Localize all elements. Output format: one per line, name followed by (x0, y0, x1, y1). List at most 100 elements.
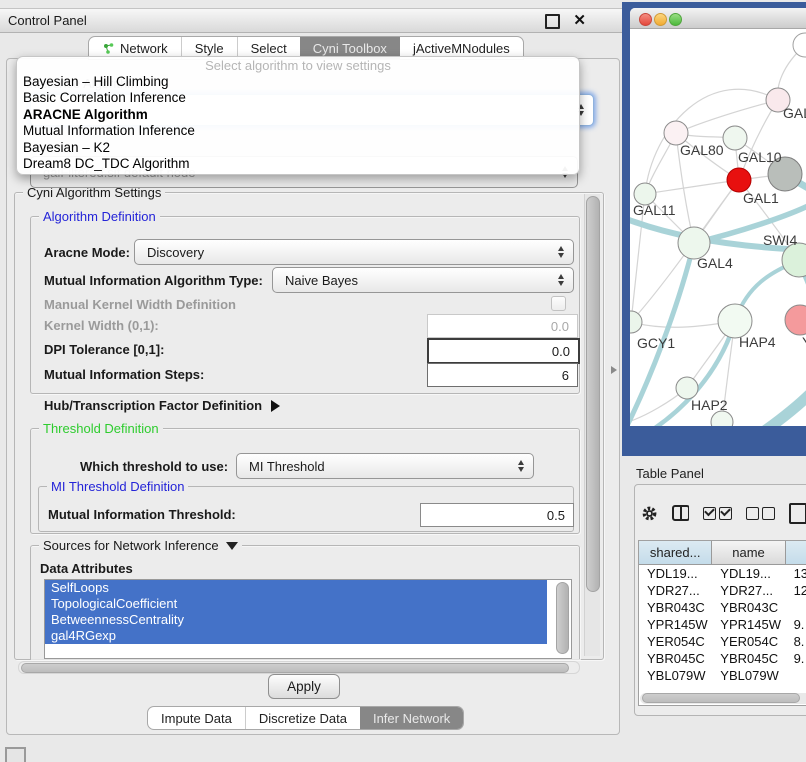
cyni-bottom-tabs: Impute Data Discretize Data Infer Networ… (147, 706, 464, 730)
cell-name: YPR145W (712, 616, 785, 633)
mi-algorithm-type-combobox[interactable]: Naive Bayes (272, 267, 574, 293)
column-header-shared-name[interactable]: shared... (639, 541, 712, 564)
settings-vscrollbar-thumb[interactable] (586, 196, 600, 592)
float-panel-icon[interactable] (545, 14, 560, 29)
manual-kernel-width-checkbox[interactable] (551, 296, 566, 311)
mi-threshold-field[interactable]: 0.5 (420, 503, 574, 527)
network-window-titlebar[interactable] (630, 8, 806, 29)
column-header-name[interactable]: name (712, 541, 785, 564)
node-label: HAP2 (691, 397, 728, 413)
node-gal10[interactable] (723, 126, 747, 150)
tab-label: Network (120, 41, 168, 56)
list-item-betweennesscentrality[interactable]: BetweennessCentrality (45, 612, 547, 628)
network-view-frame: GAL GAL80 GAL10 GAL1 GAL11 GAL4 SWI4 GCY… (622, 2, 806, 456)
cell-value: 8. (786, 633, 806, 650)
cell-shared-name: YER054C (639, 633, 712, 650)
tab-label: Style (195, 41, 224, 56)
app-root: Control Panel ✕ Network Style Select Cyn… (0, 0, 806, 762)
function-builder-icon[interactable] (789, 503, 806, 524)
node-partial-bottom[interactable] (711, 411, 733, 426)
hub-definition-toggle[interactable]: Hub/Transcription Factor Definition (44, 398, 280, 413)
cell-value: 13 (786, 565, 806, 582)
mi-steps-field[interactable]: 6 (427, 363, 578, 387)
table-row[interactable]: YDL19... YDL19... 13 (639, 565, 806, 582)
which-threshold-value: MI Threshold (237, 459, 325, 474)
zoom-window-icon[interactable] (669, 13, 682, 26)
minimize-window-icon[interactable] (654, 13, 667, 26)
docked-panel-icon[interactable] (5, 747, 26, 762)
close-window-icon[interactable] (639, 13, 652, 26)
settings-hscrollbar-thumb[interactable] (21, 663, 569, 673)
threshold-definition-title: Threshold Definition (39, 421, 163, 436)
node-label: SWI4 (763, 232, 797, 248)
algorithm-option-basic-correlation[interactable]: Basic Correlation Inference (17, 90, 579, 106)
tab-discretize-data[interactable]: Discretize Data (245, 707, 360, 729)
cell-shared-name: YDR27... (639, 582, 712, 599)
mi-steps-value: 6 (562, 368, 569, 383)
algorithm-option-aracne[interactable]: ARACNE Algorithm (17, 107, 579, 123)
dpi-tolerance-field[interactable]: 0.0 (427, 338, 580, 364)
select-all-columns-icon[interactable] (703, 507, 732, 520)
table-row[interactable]: YBL079W YBL079W (639, 667, 806, 682)
node-label: GAL4 (697, 255, 733, 271)
aracne-mode-label: Aracne Mode: (44, 245, 130, 260)
table-row[interactable]: YBR045C YBR045C 9. (639, 650, 806, 667)
aracne-mode-combobox[interactable]: Discovery (134, 239, 574, 265)
table-row[interactable]: YDR27... YDR27... 12 (639, 582, 806, 599)
table-panel-title: Table Panel (636, 466, 704, 481)
dpi-tolerance-label: DPI Tolerance [0,1]: (44, 342, 164, 357)
table-row[interactable]: YER054C YER054C 8. (639, 633, 806, 650)
network-labels: GAL GAL80 GAL10 GAL1 GAL11 GAL4 SWI4 GCY… (633, 105, 806, 413)
table-row[interactable]: YBR043C YBR043C (639, 599, 806, 616)
cell-name: YBL079W (712, 667, 785, 682)
algorithm-option-bayesian-hill[interactable]: Bayesian – Hill Climbing (17, 74, 579, 90)
cell-name: YER054C (712, 633, 785, 650)
algorithm-option-dream8[interactable]: Dream8 DC_TDC Algorithm (17, 156, 579, 172)
list-vscrollbar-thumb[interactable] (556, 582, 569, 654)
node-partial-top[interactable] (793, 33, 806, 57)
tab-infer-network[interactable]: Infer Network (360, 707, 463, 729)
tab-label: Cyni Toolbox (313, 41, 387, 56)
network-window: GAL GAL80 GAL10 GAL1 GAL11 GAL4 SWI4 GCY… (630, 8, 806, 426)
cell-value (786, 667, 806, 682)
tab-impute-data[interactable]: Impute Data (148, 707, 245, 729)
list-item-gal4rgexp[interactable]: gal4RGexp (45, 628, 547, 644)
node-hap2[interactable] (676, 377, 698, 399)
node-hap4[interactable] (718, 304, 752, 338)
which-threshold-combobox[interactable]: MI Threshold (236, 453, 534, 479)
node-label: GAL10 (738, 149, 782, 165)
list-item-selfloops[interactable]: SelfLoops (45, 580, 547, 596)
sources-group-label: Sources for Network Inference (43, 538, 219, 553)
algorithm-option-mutual-information[interactable]: Mutual Information Inference (17, 123, 579, 139)
node-gal1-selected[interactable] (727, 168, 751, 192)
table-hscrollbar-thumb[interactable] (642, 693, 800, 703)
splitpane-resize-handle[interactable] (611, 366, 617, 374)
kernel-width-field[interactable]: 0.0 (427, 314, 578, 338)
close-panel-icon[interactable]: ✕ (573, 11, 586, 29)
which-threshold-label: Which threshold to use: (80, 459, 228, 474)
control-panel-title: Control Panel (8, 13, 87, 28)
split-columns-icon[interactable] (672, 505, 689, 521)
node-label: GAL1 (743, 190, 779, 206)
stepper-arrows-icon (558, 246, 564, 258)
dropdown-prompt: Select algorithm to view settings (17, 57, 579, 74)
table-row[interactable]: YPR145W YPR145W 9. (639, 616, 806, 633)
column-header-partial[interactable] (786, 541, 806, 564)
node-label: Y (802, 334, 806, 350)
table-toolbar (641, 493, 806, 533)
cell-shared-name: YBR043C (639, 599, 712, 616)
gear-icon[interactable] (641, 505, 658, 522)
algorithm-option-bayesian-k2[interactable]: Bayesian – K2 (17, 140, 579, 156)
apply-button[interactable]: Apply (268, 674, 340, 699)
node-salmon[interactable] (785, 305, 806, 335)
list-item-topologicalcoefficient[interactable]: TopologicalCoefficient (45, 596, 547, 612)
sources-group-title[interactable]: Sources for Network Inference (39, 538, 242, 553)
node-gcy1[interactable] (630, 311, 642, 333)
cell-name: YDR27... (712, 582, 785, 599)
table-body: YDL19... YDL19... 13 YDR27... YDR27... 1… (639, 565, 806, 682)
deselect-all-columns-icon[interactable] (746, 507, 775, 520)
collapse-arrow-icon (226, 542, 238, 550)
network-canvas[interactable]: GAL GAL80 GAL10 GAL1 GAL11 GAL4 SWI4 GCY… (630, 28, 806, 426)
table-header-row: shared... name (639, 541, 806, 565)
stepper-arrows-icon (558, 274, 564, 286)
